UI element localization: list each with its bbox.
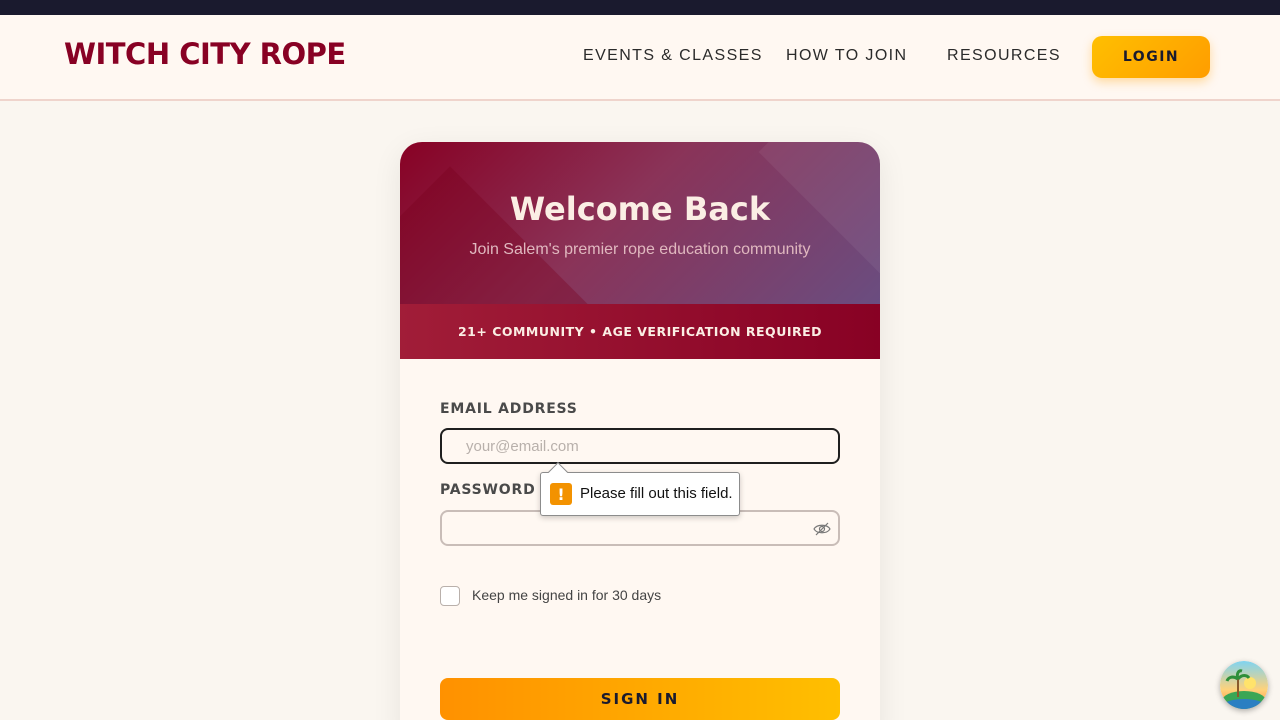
remember-me-label[interactable]: Keep me signed in for 30 days (472, 587, 661, 603)
beach-avatar-icon[interactable] (1220, 661, 1268, 709)
card-subtitle: Join Salem's premier rope education comm… (469, 241, 811, 258)
hero-decoration (400, 166, 606, 304)
nav-how-to-join[interactable]: HOW TO JOIN (786, 47, 907, 65)
validation-tooltip: ! Please fill out this field. (540, 462, 740, 516)
validation-message: Please fill out this field. (580, 485, 733, 502)
login-button[interactable]: LOGIN (1092, 36, 1210, 78)
email-label: EMAIL ADDRESS (440, 401, 578, 417)
nav-events-classes[interactable]: EVENTS & CLASSES (583, 47, 763, 65)
age-verification-banner: 21+ COMMUNITY • AGE VERIFICATION REQUIRE… (400, 304, 880, 359)
email-field[interactable] (440, 428, 840, 464)
login-card: Welcome Back Join Salem's premier rope e… (400, 142, 880, 720)
password-label: PASSWORD (440, 482, 536, 498)
card-title: Welcome Back (509, 190, 771, 228)
brand-logo[interactable]: WITCH CITY ROPE (64, 37, 346, 71)
top-strip (0, 0, 1280, 15)
remember-me-checkbox[interactable] (440, 586, 460, 606)
nav-resources[interactable]: RESOURCES (947, 47, 1061, 65)
eye-slash-icon[interactable] (813, 521, 831, 536)
sign-in-button[interactable]: SIGN IN (440, 678, 840, 720)
warning-icon: ! (550, 483, 572, 505)
card-hero: Welcome Back Join Salem's premier rope e… (400, 142, 880, 304)
site-header: WITCH CITY ROPE EVENTS & CLASSES HOW TO … (0, 15, 1280, 101)
